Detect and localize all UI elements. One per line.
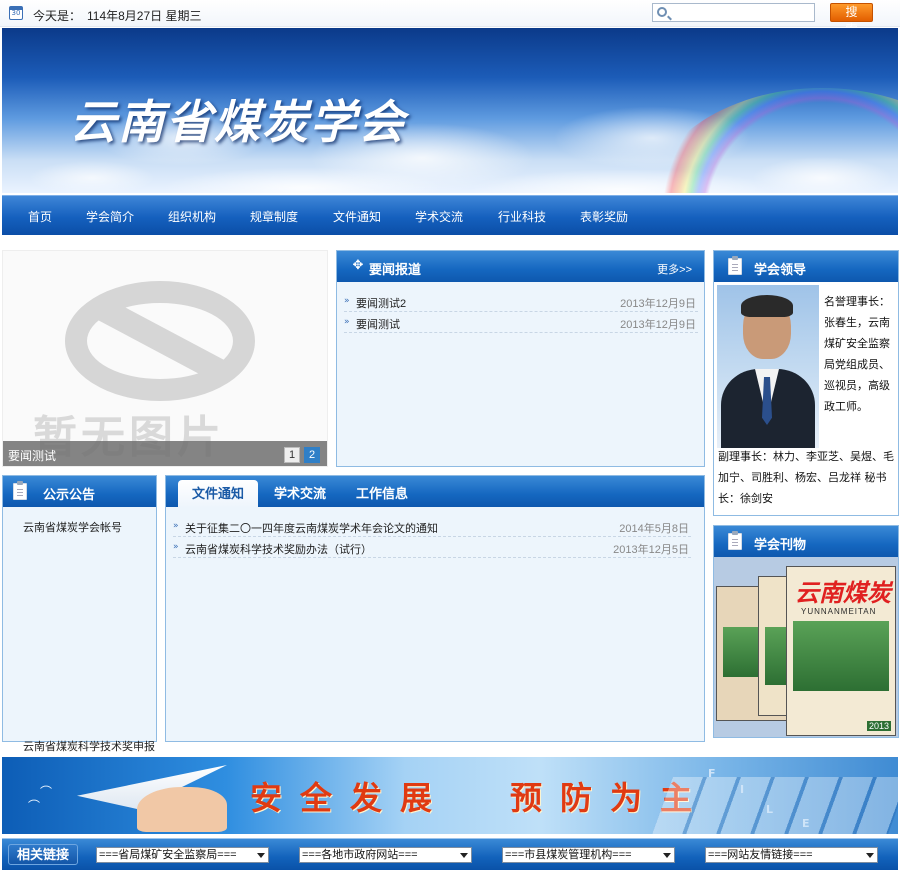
key-label: E: [802, 817, 810, 830]
journal-panel-header: 学会刊物: [714, 526, 898, 557]
search-icon: [657, 7, 667, 17]
hand-graphic: [137, 787, 227, 832]
nav-item-home[interactable]: 首页: [28, 208, 52, 225]
notice-item[interactable]: 云南省煤炭科学技术奖申报: [23, 738, 155, 754]
search-button[interactable]: 搜 索: [830, 3, 873, 36]
related-links-bar: 相关链接 ===省局煤矿安全监察局=== ===各地市政府网站=== ===市县…: [2, 838, 898, 870]
leader-bio-side: 名誉理事长：张春生，云南煤矿安全监察局党组成员、巡视员，高级政工师。: [824, 295, 890, 413]
tab-work-info[interactable]: 工作信息: [346, 480, 418, 507]
double-arrow-icon: »: [173, 521, 179, 531]
news-more-link[interactable]: 更多>>: [657, 261, 692, 277]
nav-item-academic[interactable]: 学术交流: [415, 208, 463, 225]
select-value: ===网站友情链接===: [708, 849, 813, 861]
tab-notices[interactable]: 文件通知: [178, 480, 258, 507]
key-label: I: [740, 783, 745, 796]
top-bar: 30 今天是： 114年8月27日 星期三 搜 索: [0, 0, 900, 36]
news-item-date: 2013年12月9日: [620, 298, 696, 310]
clipboard-icon: [728, 531, 742, 550]
header-banner: 云南省煤炭学会: [2, 28, 898, 193]
clipboard-icon: [728, 256, 742, 275]
double-arrow-icon: »: [344, 317, 350, 327]
chevron-down-icon: [460, 853, 468, 858]
slide-page-2[interactable]: 2: [304, 447, 320, 463]
news-item-title[interactable]: 要闻测试2: [356, 295, 406, 311]
news-slideshow[interactable]: 暂无图片 要闻测试 1 2: [2, 250, 328, 467]
journal-cover-pinyin: YUNNANMEITAN: [801, 607, 877, 616]
notices-panel-header: 公示公告: [3, 476, 156, 507]
tab-academic[interactable]: 学术交流: [264, 480, 336, 507]
nav-item-organization[interactable]: 组织机构: [168, 208, 216, 225]
documents-tab-bar: 文件通知 学术交流 工作信息: [166, 476, 704, 507]
slide-caption[interactable]: 要闻测试: [8, 447, 56, 464]
leader-photo: [717, 285, 819, 448]
list-item[interactable]: » 关于征集二〇一四年度云南煤炭学术年会论文的通知 2014年5月8日: [173, 516, 691, 537]
notices-panel-title: 公示公告: [43, 487, 96, 502]
main-nav: 首页 学会简介 组织机构 规章制度 文件通知 学术交流 行业科技 表彰奖励: [2, 195, 898, 235]
bird-icon: ⌒: [40, 785, 53, 799]
double-arrow-icon: »: [173, 542, 179, 552]
bird-icon: ⌒: [28, 799, 41, 813]
key-label: L: [766, 803, 774, 816]
nav-item-awards[interactable]: 表彰奖励: [580, 208, 628, 225]
news-item-date: 2013年12月9日: [620, 319, 696, 331]
chevron-down-icon: [257, 853, 265, 858]
document-item-date: 2013年12月5日: [613, 544, 689, 556]
keyboard-graphic: [651, 777, 898, 834]
link-select-city-government[interactable]: ===各地市政府网站===: [299, 847, 472, 863]
news-panel-header: ✥ 要闻报道 更多>>: [337, 251, 704, 282]
leadership-panel: 学会领导 名誉理事长：张春生，云南煤矿安全监察局党组成员、巡视员，高级政工师。 …: [713, 250, 899, 516]
chevron-down-icon: [663, 853, 671, 858]
calendar-icon: 30: [9, 6, 23, 20]
calendar-day: 30: [11, 9, 21, 17]
list-item[interactable]: » 云南省煤炭科学技术奖励办法（试行） 2013年12月5日: [173, 537, 691, 558]
documents-panel: 文件通知 学术交流 工作信息 » 关于征集二〇一四年度云南煤炭学术年会论文的通知…: [165, 475, 705, 742]
news-panel-title: 要闻报道: [369, 262, 422, 277]
leader-bio-full: 副理事长：林力、李亚芝、吴煜、毛加宁、司胜利、杨宏、吕龙祥 秘书长：徐剑安: [718, 450, 894, 505]
key-label: F: [708, 767, 716, 780]
search-box[interactable]: [652, 3, 815, 22]
nav-item-about[interactable]: 学会简介: [86, 208, 134, 225]
today-date: 114年8月27日 星期三: [87, 9, 202, 23]
document-item-title[interactable]: 云南省煤炭科学技术奖励办法（试行）: [185, 541, 372, 557]
double-arrow-icon: »: [344, 296, 350, 306]
select-value: ===市县煤炭管理机构===: [505, 849, 632, 861]
link-select-provincial-bureau[interactable]: ===省局煤矿安全监察局===: [96, 847, 269, 863]
leadership-panel-header: 学会领导: [714, 251, 898, 282]
link-select-coal-management[interactable]: ===市县煤炭管理机构===: [502, 847, 675, 863]
safety-slogan-left: 安全发展: [250, 779, 451, 817]
journal-cover-title: 云南煤炭: [795, 578, 891, 607]
slide-page-1[interactable]: 1: [284, 447, 300, 463]
journal-panel-title: 学会刊物: [754, 537, 807, 552]
document-item-title[interactable]: 关于征集二〇一四年度云南煤炭学术年会论文的通知: [185, 520, 438, 536]
list-item[interactable]: » 要闻测试2 2013年12月9日: [344, 291, 698, 312]
clipboard-icon: [13, 481, 27, 500]
leadership-panel-title: 学会领导: [754, 262, 807, 277]
rainbow-graphic: [642, 88, 898, 193]
site-title: 云南省煤炭学会: [70, 95, 406, 149]
safety-banner: ⌒ ⌒ 安全发展 预防为主 F I L E: [2, 757, 898, 834]
select-value: ===省局煤矿安全监察局===: [99, 849, 237, 861]
journal-cover-front[interactable]: 云南煤炭 YUNNANMEITAN 2013: [786, 566, 896, 736]
notice-item[interactable]: 云南省煤炭学会帐号: [23, 519, 122, 535]
journal-cover-year: 2013: [866, 721, 891, 731]
news-panel: ✥ 要闻报道 更多>> » 要闻测试2 2013年12月9日 » 要闻测试 20…: [336, 250, 705, 467]
search-input[interactable]: [675, 5, 811, 20]
list-item[interactable]: » 要闻测试 2013年12月9日: [344, 312, 698, 333]
nav-item-notices[interactable]: 文件通知: [333, 208, 381, 225]
today-label: 今天是：: [33, 9, 82, 23]
crosshair-icon: ✥: [352, 258, 364, 273]
notices-panel: 公示公告 云南省煤炭学会帐号 云南省煤炭科学技术奖申报: [2, 475, 157, 753]
chevron-down-icon: [866, 853, 874, 858]
nav-item-rules[interactable]: 规章制度: [250, 208, 298, 225]
nav-item-technology[interactable]: 行业科技: [498, 208, 546, 225]
select-value: ===各地市政府网站===: [302, 849, 418, 861]
related-links-title: 相关链接: [8, 844, 78, 865]
link-select-friendly-links[interactable]: ===网站友情链接===: [705, 847, 878, 863]
news-item-title[interactable]: 要闻测试: [356, 316, 400, 332]
document-item-date: 2014年5月8日: [619, 523, 689, 535]
journal-panel: 学会刊物 云南煤炭 YUNNANMEITAN 2013: [713, 525, 899, 738]
slide-caption-bar: 要闻测试 1 2: [3, 441, 327, 466]
